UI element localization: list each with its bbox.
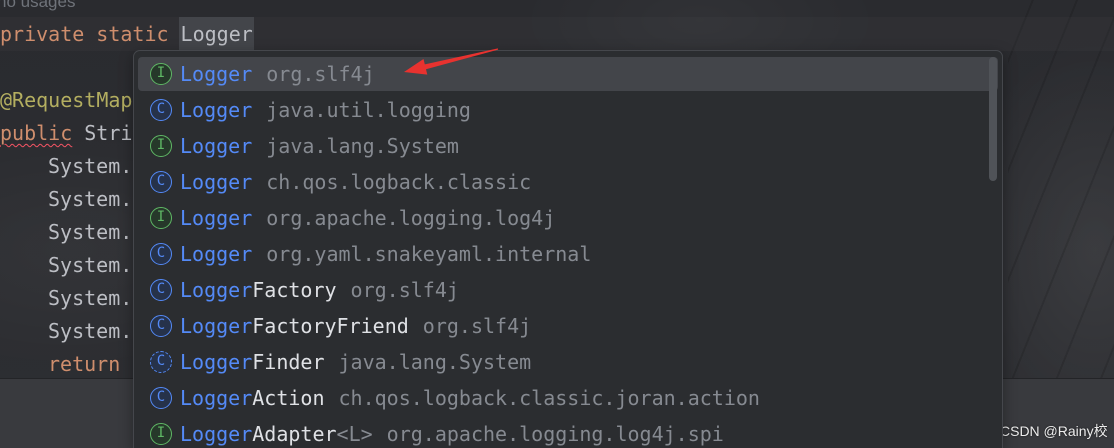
completion-item-selected[interactable]: I Logger org.slf4j [134,56,1002,92]
completion-item-match: Logger [180,170,253,194]
popup-scrollbar-thumb[interactable] [989,57,997,181]
completion-item-match: Logger [180,62,253,86]
completion-item-match: Logger [180,134,253,158]
statement-line[interactable]: System. [48,216,132,249]
abstract-class-icon: C [150,351,172,373]
completion-item-match: Logger [180,314,253,338]
completion-item-match: Logger [180,422,253,446]
statement-line[interactable]: System. [48,282,132,315]
completion-item-match: Logger [180,350,253,374]
class-icon: C [150,387,172,409]
completion-item-package: org.slf4j [266,62,375,86]
statement-line[interactable]: System. [48,249,132,282]
completion-item-name-rest: Adapter [252,422,337,446]
typed-identifier: Logger [178,17,254,51]
modifier-keyword: static [96,22,169,46]
field-declaration-line[interactable]: private static Logger [0,17,254,51]
completion-item-label: Logger org.yaml.snakeyaml.internal [180,236,591,272]
completion-item-package: org.slf4j [422,314,532,338]
completion-item-name-rest: Factory [252,278,337,302]
completion-item[interactable]: C Logger org.yaml.snakeyaml.internal [134,236,1002,272]
completion-item-name-rest: Finder [252,350,325,374]
completion-item-label: Logger org.apache.logging.log4j [180,200,555,236]
completion-item-label: LoggerAdapter<L> org.apache.logging.log4j… [180,416,724,448]
completion-item[interactable]: I Logger org.apache.logging.log4j [134,200,1002,236]
completion-item-package: org.yaml.snakeyaml.internal [266,242,592,266]
statement-line[interactable]: System. [48,150,132,183]
completion-item-label: LoggerAction ch.qos.logback.classic.joran… [180,380,760,416]
annotation-text: @RequestMap [0,88,133,112]
inlay-hint-container: no usages [0,0,120,14]
completion-item-match: Logger [180,386,253,410]
completion-list: I Logger org.slf4j C Logger java.util.logg… [134,56,1002,448]
completion-item-package: java.lang.System [266,134,459,158]
completion-item-label: LoggerFactory org.slf4j [180,272,459,308]
completion-item-match: Logger [180,278,253,302]
return-type-text: Stri [84,121,133,145]
completion-item-package: ch.qos.logback.classic.joran.action [338,386,760,410]
return-statement-line[interactable]: return [48,348,120,381]
background-art [1008,0,1114,378]
modifier-keyword: private [0,22,85,46]
completion-item-package: org.slf4j [350,278,459,302]
class-icon: C [150,279,172,301]
statement-line[interactable]: System. [48,315,132,348]
method-signature-line[interactable]: public Stri [0,117,132,150]
modifier-keyword-with-error: public [0,121,73,145]
completion-item-package: org.apache.logging.log4j.spi [386,422,724,446]
completion-item-package: ch.qos.logback.classic [266,170,532,194]
completion-item-label: LoggerFinder java.lang.System [180,344,531,380]
completion-item[interactable]: C LoggerAction ch.qos.logback.classic.jor… [134,380,1002,416]
code-completion-popup[interactable]: I Logger org.slf4j C Logger java.util.logg… [133,50,1003,448]
statement-line[interactable]: System. [48,183,132,216]
annotation-line[interactable]: @RequestMap [0,84,132,117]
interface-icon: I [150,423,172,445]
interface-icon: I [150,63,172,85]
completion-item[interactable]: C Logger ch.qos.logback.classic [134,164,1002,200]
completion-item-package: java.util.logging [266,98,471,122]
watermark: CSDN @Rainy校 [1000,423,1108,439]
class-icon: C [150,243,172,265]
completion-item[interactable]: C LoggerFactoryFriend org.slf4j [134,308,1002,344]
completion-item-name-rest: FactoryFriend [252,314,409,338]
interface-icon: I [150,135,172,157]
completion-item-package: org.apache.logging.log4j [266,206,556,230]
completion-item[interactable]: I Logger java.lang.System [134,128,1002,164]
completion-item[interactable]: C Logger java.util.logging [134,92,1002,128]
completion-item[interactable]: C LoggerFinder java.lang.System [134,344,1002,380]
completion-item-label: Logger java.lang.System [180,128,459,164]
interface-icon: I [150,207,172,229]
completion-item[interactable]: C LoggerFactory org.slf4j [134,272,1002,308]
completion-item-match: Logger [180,206,253,230]
usages-inlay-hint[interactable]: no usages [0,0,75,13]
completion-item-match: Logger [180,242,253,266]
completion-item-name-rest: Action [252,386,325,410]
completion-item-match: Logger [180,98,253,122]
class-icon: C [150,315,172,337]
completion-item-package: java.lang.System [338,350,532,374]
completion-item-label: Logger org.slf4j [180,56,375,92]
completion-item-type-params: <L> [336,422,373,446]
completion-item-label: Logger java.util.logging [180,92,471,128]
class-icon: C [150,171,172,193]
class-icon: C [150,99,172,121]
completion-item-label: LoggerFactoryFriend org.slf4j [180,308,531,344]
completion-item-label: Logger ch.qos.logback.classic [180,164,531,200]
completion-item[interactable]: I LoggerAdapter<L> org.apache.logging.log… [134,416,1002,448]
